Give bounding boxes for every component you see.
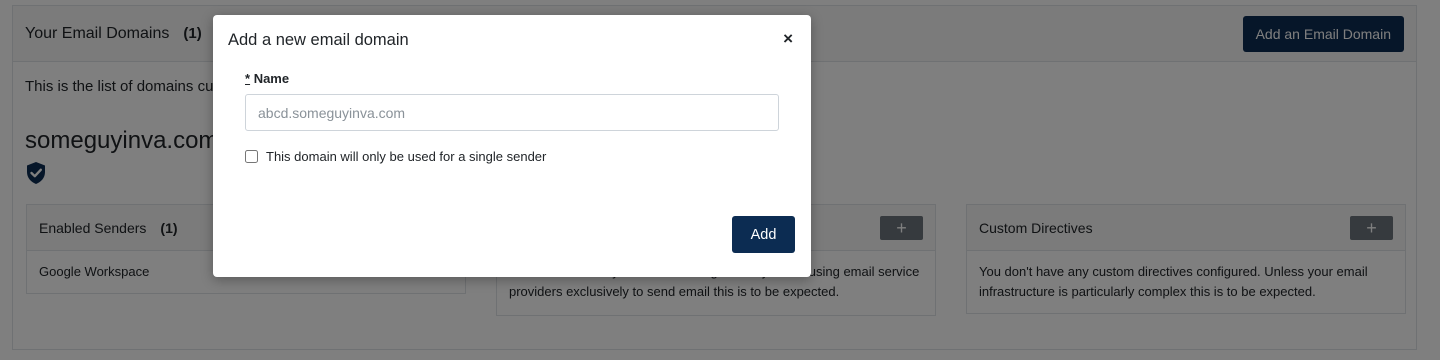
close-icon[interactable]: × — [783, 30, 793, 48]
add-domain-modal: Add a new email domain × * Name This dom… — [213, 15, 811, 277]
add-button[interactable]: Add — [732, 216, 795, 253]
required-marker: * — [245, 71, 251, 86]
single-sender-checkbox[interactable] — [245, 150, 258, 163]
page: Your Email Domains (1) Add an Email Doma… — [0, 0, 1440, 360]
modal-title: Add a new email domain — [228, 31, 409, 49]
name-label-text: Name — [253, 71, 290, 86]
single-sender-label: This domain will only be used for a sing… — [266, 149, 547, 164]
name-field-label: * Name — [245, 71, 289, 86]
domain-name-input[interactable] — [245, 94, 779, 131]
single-sender-option[interactable]: This domain will only be used for a sing… — [245, 149, 546, 164]
